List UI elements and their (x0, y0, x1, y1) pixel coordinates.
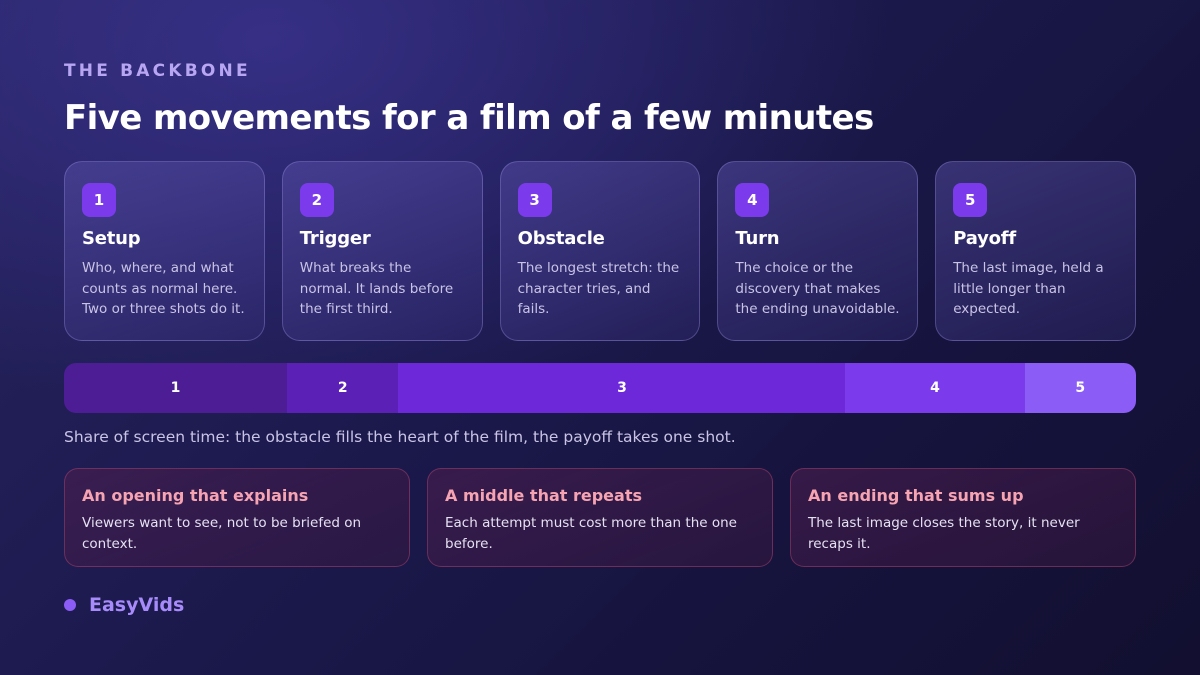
movement-number-badge: 3 (517, 183, 552, 217)
pitfall-title: An opening that explains (82, 486, 309, 505)
movement-description: The last image, held a little longer tha… (953, 260, 1104, 317)
timeline-segment-2: 2 (286, 363, 399, 413)
movement-card-turn: 4 Turn The choice or the discovery that … (717, 161, 919, 341)
movement-description: Who, where, and what counts as normal he… (82, 260, 245, 317)
movement-number-badge: 1 (82, 183, 116, 217)
timeline-segment-1: 1 (64, 363, 287, 413)
movement-title: Turn (735, 228, 780, 249)
movement-description: The longest stretch: the character tries… (517, 260, 680, 317)
movement-number-badge: 5 (953, 183, 988, 217)
movement-title: Trigger (299, 228, 371, 249)
movement-title: Setup (82, 228, 141, 249)
movement-number-badge: 4 (735, 183, 770, 217)
brand-dot-icon (64, 599, 76, 611)
pitfall-title: An ending that sums up (808, 486, 1024, 505)
pitfall-card-middle: A middle that repeats Each attempt must … (427, 468, 773, 567)
movement-card-setup: 1 Setup Who, where, and what counts as n… (64, 161, 265, 341)
movement-cards: 1 Setup Who, where, and what counts as n… (64, 161, 1136, 341)
movement-description: What breaks the normal. It lands before … (299, 260, 454, 317)
page-title: Five movements for a film of a few minut… (64, 98, 874, 138)
pitfall-cards: An opening that explains Viewers want to… (64, 468, 1136, 567)
movement-card-obstacle: 3 Obstacle The longest stretch: the char… (499, 161, 701, 341)
pitfall-title: A middle that repeats (445, 486, 642, 505)
movement-title: Obstacle (517, 228, 605, 249)
pitfall-card-opening: An opening that explains Viewers want to… (64, 468, 410, 567)
pitfall-description: Each attempt must cost more than the one… (445, 515, 737, 552)
timeline-caption: Share of screen time: the obstacle fills… (64, 428, 736, 446)
eyebrow-label: THE BACKBONE (64, 61, 251, 81)
pitfall-card-ending: An ending that sums up The last image cl… (790, 468, 1136, 567)
brand-logo: EasyVids (64, 594, 184, 616)
pitfall-description: Viewers want to see, not to be briefed o… (82, 515, 362, 552)
movement-description: The choice or the discovery that makes t… (735, 260, 900, 317)
screen-time-bar: 1 2 3 4 5 (64, 363, 1136, 413)
brand-name: EasyVids (89, 594, 185, 616)
timeline-segment-4: 4 (845, 363, 1025, 413)
movement-title: Payoff (953, 228, 1017, 249)
movement-number-badge: 2 (299, 183, 334, 217)
movement-card-payoff: 5 Payoff The last image, held a little l… (935, 161, 1136, 341)
timeline-segment-3: 3 (398, 363, 846, 413)
timeline-segment-5: 5 (1024, 363, 1136, 413)
pitfall-description: The last image closes the story, it neve… (808, 515, 1080, 552)
movement-card-trigger: 2 Trigger What breaks the normal. It lan… (281, 161, 483, 341)
